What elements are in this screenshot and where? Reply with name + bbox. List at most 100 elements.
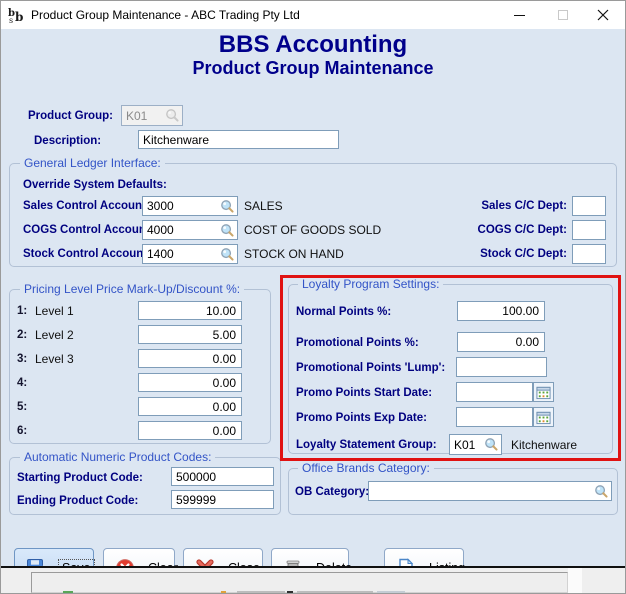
sales-cc-dept-field[interactable] <box>572 196 606 216</box>
status-area <box>1 568 626 594</box>
sales-control-account-input[interactable] <box>143 197 220 215</box>
pricing-level-5-field[interactable] <box>138 397 242 416</box>
pricing-level-name: Level 1 <box>35 301 74 321</box>
dialog-content: BBS Accounting Product Group Maintenance… <box>1 29 625 566</box>
pricing-level-num: 3: <box>17 349 27 369</box>
pricing-level-num: 6: <box>17 421 27 441</box>
ob-category-label: OB Category: <box>295 482 369 502</box>
product-group-label: Product Group: <box>28 106 113 126</box>
promo-start-date-label: Promo Points Start Date: <box>296 383 432 403</box>
override-defaults-label: Override System Defaults: <box>23 175 167 195</box>
pricing-level-1-input[interactable] <box>139 302 241 319</box>
stock-account-name: STOCK ON HAND <box>244 244 344 264</box>
pricing-level-4-field[interactable] <box>138 373 242 392</box>
sales-cc-dept-label: Sales C/C Dept: <box>431 196 567 216</box>
maximize-button[interactable] <box>545 1 581 29</box>
pricing-level-5-input[interactable] <box>139 398 241 415</box>
product-group-field <box>121 105 183 126</box>
app-logo-icon: b s b <box>8 7 25 24</box>
starting-product-code-field[interactable] <box>171 467 274 486</box>
cogs-control-account-field[interactable] <box>142 220 238 240</box>
promo-lump-input[interactable] <box>457 358 546 376</box>
loyalty-statement-group-field[interactable] <box>449 434 502 455</box>
pricing-level-num: 1: <box>17 301 27 321</box>
description-field[interactable] <box>138 130 339 149</box>
status-panel <box>31 572 568 593</box>
screen-title: Product Group Maintenance <box>1 58 625 79</box>
stock-control-account-input[interactable] <box>143 245 220 263</box>
app-title: BBS Accounting <box>1 31 625 59</box>
normal-points-field[interactable] <box>457 301 545 321</box>
pricing-level-num: 4: <box>17 373 27 393</box>
cogs-control-account-input[interactable] <box>143 221 220 239</box>
promo-lump-label: Promotional Points 'Lump': <box>296 358 445 378</box>
status-corner <box>568 568 582 594</box>
pricing-level-1-field[interactable] <box>138 301 242 320</box>
sales-control-account-field[interactable] <box>142 196 238 216</box>
cogs-cc-dept-input[interactable] <box>573 221 605 239</box>
pricing-level-name: Level 2 <box>35 325 74 345</box>
ob-category-field[interactable] <box>368 481 612 501</box>
promo-start-date-picker-button[interactable] <box>533 382 554 402</box>
loyalty-legend: Loyalty Program Settings: <box>298 277 443 291</box>
ob-category-lookup-icon[interactable] <box>594 484 609 499</box>
statement-group-description: Kitchenware <box>511 435 577 455</box>
pricing-level-4-input[interactable] <box>139 374 241 391</box>
minimize-button[interactable] <box>501 1 537 29</box>
description-label: Description: <box>34 131 101 151</box>
promo-exp-date-picker-button[interactable] <box>533 407 554 427</box>
normal-points-input[interactable] <box>458 302 544 320</box>
cogs-cc-dept-field[interactable] <box>572 220 606 240</box>
pricing-level-2-input[interactable] <box>139 326 241 343</box>
pricing-level-2-field[interactable] <box>138 325 242 344</box>
pricing-level-3-input[interactable] <box>139 350 241 367</box>
normal-points-label: Normal Points %: <box>296 302 391 322</box>
product-group-lookup-icon <box>165 108 180 123</box>
stock-cc-dept-field[interactable] <box>572 244 606 264</box>
starting-product-code-input[interactable] <box>172 468 273 485</box>
pricing-level-6-field[interactable] <box>138 421 242 440</box>
promo-start-date-field[interactable] <box>456 382 533 402</box>
description-input[interactable] <box>139 131 338 148</box>
ending-product-code-label: Ending Product Code: <box>17 491 138 511</box>
promo-lump-field[interactable] <box>456 357 547 377</box>
cogs-account-name: COST OF GOODS SOLD <box>244 220 381 240</box>
pricing-level-num: 2: <box>17 325 27 345</box>
promo-exp-date-input[interactable] <box>457 408 532 426</box>
cogs-account-lookup-icon[interactable] <box>220 223 235 238</box>
stock-cc-dept-input[interactable] <box>573 245 605 263</box>
pricing-levels-legend: Pricing Level Price Mark-Up/Discount %: <box>20 282 244 296</box>
gl-interface-legend: General Ledger Interface: <box>20 156 165 170</box>
statement-group-lookup-icon[interactable] <box>484 437 499 452</box>
pricing-level-6-input[interactable] <box>139 422 241 439</box>
sales-account-name: SALES <box>244 196 283 216</box>
stock-cc-dept-label: Stock C/C Dept: <box>431 244 567 264</box>
promo-points-field[interactable] <box>457 332 545 352</box>
close-window-icon[interactable] <box>585 1 621 29</box>
promo-exp-date-label: Promo Points Exp Date: <box>296 408 427 428</box>
ending-product-code-field[interactable] <box>171 490 274 509</box>
sales-account-lookup-icon[interactable] <box>220 199 235 214</box>
stock-control-account-field[interactable] <box>142 244 238 264</box>
ob-category-legend: Office Brands Category: <box>298 461 434 475</box>
cogs-control-account-label: COGS Control Account: <box>23 220 154 240</box>
auto-codes-legend: Automatic Numeric Product Codes: <box>20 450 215 464</box>
calendar-icon <box>536 385 551 400</box>
ending-product-code-input[interactable] <box>172 491 273 508</box>
ob-category-input[interactable] <box>369 482 594 500</box>
product-group-maintenance-window: b s b Product Group Maintenance - ABC Tr… <box>0 0 626 594</box>
promo-exp-date-field[interactable] <box>456 407 533 427</box>
loyalty-statement-group-input[interactable] <box>450 435 484 454</box>
stock-account-lookup-icon[interactable] <box>220 247 235 262</box>
window-title: Product Group Maintenance - ABC Trading … <box>31 1 300 29</box>
promo-start-date-input[interactable] <box>457 383 532 401</box>
pricing-level-num: 5: <box>17 397 27 417</box>
promo-points-input[interactable] <box>458 333 544 351</box>
promo-points-label: Promotional Points %: <box>296 333 419 353</box>
pricing-level-3-field[interactable] <box>138 349 242 368</box>
svg-text:b: b <box>15 10 23 24</box>
product-group-input <box>122 106 165 125</box>
sales-cc-dept-input[interactable] <box>573 197 605 215</box>
loyalty-statement-group-label: Loyalty Statement Group: <box>296 435 437 455</box>
starting-product-code-label: Starting Product Code: <box>17 468 143 488</box>
